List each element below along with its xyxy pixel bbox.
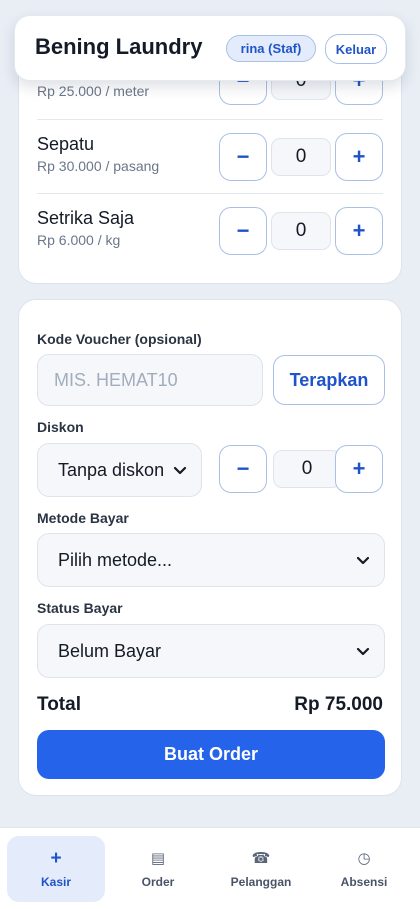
increment-button[interactable]: + <box>335 445 383 493</box>
plus-icon: + <box>50 848 62 869</box>
service-price: Rp 30.000 / pasang <box>37 158 160 174</box>
logout-button[interactable]: Keluar <box>325 34 387 64</box>
total-label: Total <box>37 694 81 715</box>
discount-stepper: − 0 + <box>219 445 383 493</box>
quantity-stepper: − 0 + <box>219 133 383 181</box>
order-form-card: Kode Voucher (opsional) Terapkan Diskon … <box>18 299 402 796</box>
payment-status-select[interactable]: Belum Bayar <box>37 624 385 678</box>
payment-method-value: Pilih metode... <box>58 549 173 570</box>
list-icon: ▤ <box>150 850 166 867</box>
service-price: Rp 6.000 / kg <box>37 232 121 248</box>
create-order-button[interactable]: Buat Order <box>37 730 385 779</box>
payment-status-label: Status Bayar <box>37 600 123 616</box>
service-price: Rp 25.000 / meter <box>37 83 150 99</box>
nav-item-absensi[interactable]: ◷ Absensi <box>315 836 413 902</box>
nav-label: Absensi <box>340 875 388 889</box>
voucher-label: Kode Voucher (opsional) <box>37 331 202 347</box>
nav-item-order[interactable]: ▤ Order <box>109 836 207 902</box>
voucher-input[interactable] <box>37 354 263 406</box>
nav-label: Order <box>141 875 175 889</box>
decrement-button[interactable]: − <box>219 445 267 493</box>
service-row-sepatu: Sepatu Rp 30.000 / pasang − 0 + <box>37 119 383 193</box>
payment-status-value: Belum Bayar <box>58 640 162 661</box>
payment-method-select[interactable]: Pilih metode... <box>37 533 385 587</box>
increment-button[interactable]: + <box>335 207 383 255</box>
app-header: Bening Laundry rina (Staf) Keluar <box>14 15 406 81</box>
quantity-value[interactable]: 0 <box>271 212 331 250</box>
nav-label: Pelanggan <box>230 875 292 889</box>
chevron-down-icon <box>356 556 370 565</box>
app-title: Bening Laundry <box>35 34 203 59</box>
decrement-button[interactable]: − <box>219 133 267 181</box>
chevron-down-icon <box>173 466 187 475</box>
chevron-down-icon <box>356 647 370 656</box>
quantity-value[interactable]: 0 <box>271 138 331 176</box>
decrement-button[interactable]: − <box>219 207 267 255</box>
service-name: Sepatu <box>37 134 95 154</box>
service-row-setrika: Setrika Saja Rp 6.000 / kg − 0 + <box>37 193 383 267</box>
apply-voucher-button[interactable]: Terapkan <box>273 355 385 405</box>
quantity-stepper: − 0 + <box>219 207 383 255</box>
payment-method-label: Metode Bayar <box>37 510 129 526</box>
discount-value[interactable]: 0 <box>273 450 341 488</box>
bottom-nav: + Kasir ▤ Order ☎ Pelanggan ◷ Absensi <box>0 827 420 909</box>
increment-button[interactable]: + <box>335 133 383 181</box>
total-value: Rp 75.000 <box>294 694 383 715</box>
phone-icon: ☎ <box>251 850 271 867</box>
nav-label: Kasir <box>40 875 72 889</box>
nav-item-kasir[interactable]: + Kasir <box>7 836 105 902</box>
user-badge: rina (Staf) <box>226 35 316 62</box>
discount-label: Diskon <box>37 419 84 435</box>
discount-select-value: Tanpa diskon <box>58 459 165 480</box>
clock-icon: ◷ <box>357 850 371 867</box>
discount-select[interactable]: Tanpa diskon <box>37 443 202 497</box>
service-name: Setrika Saja <box>37 208 135 228</box>
nav-item-pelanggan[interactable]: ☎ Pelanggan <box>212 836 310 902</box>
